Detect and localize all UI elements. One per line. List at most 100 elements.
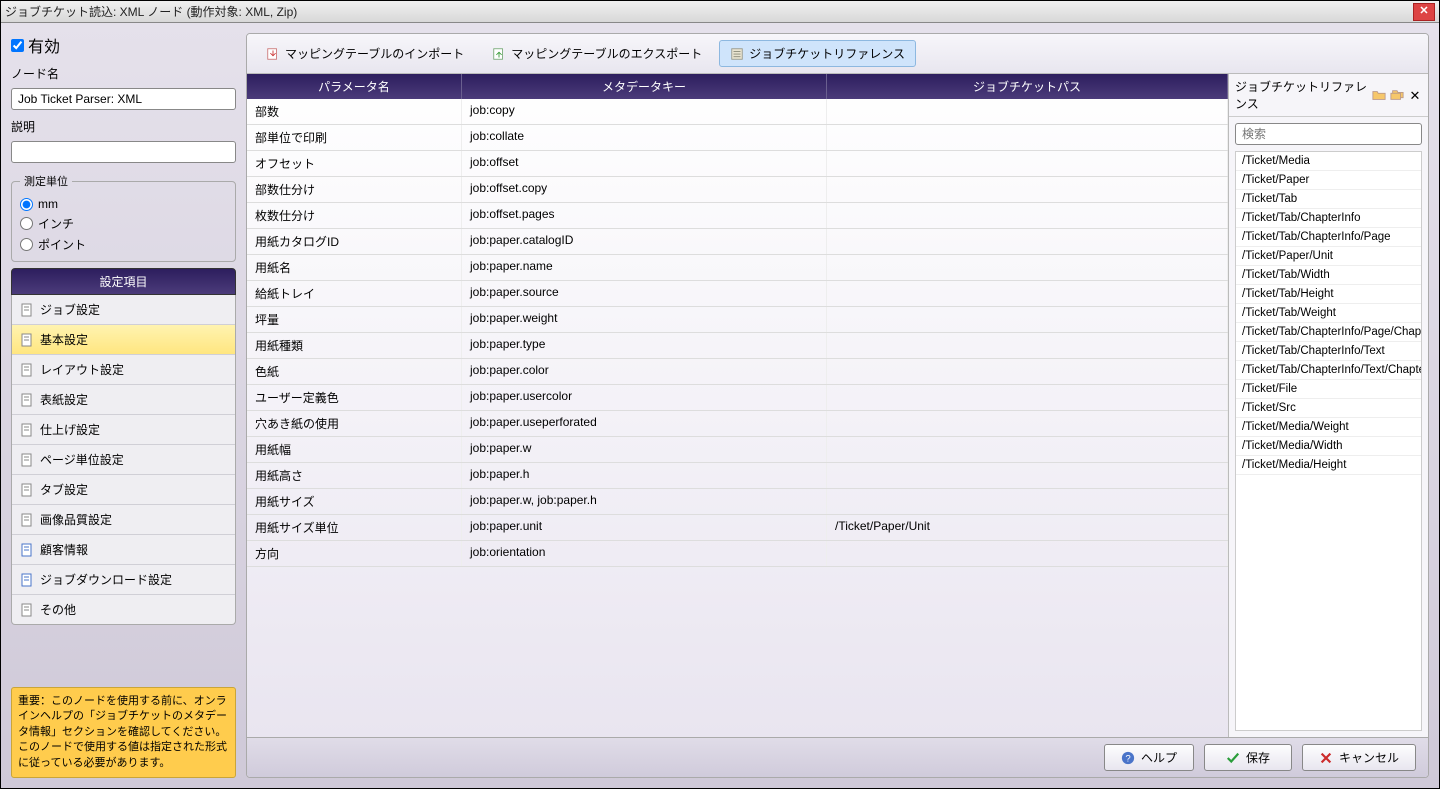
reference-item[interactable]: /Ticket/Tab/Width xyxy=(1236,266,1421,285)
table-row[interactable]: 穴あき紙の使用job:paper.useperforated xyxy=(247,411,1228,437)
cell-path xyxy=(827,437,1228,462)
reference-item[interactable]: /Ticket/Tab xyxy=(1236,190,1421,209)
cancel-button[interactable]: キャンセル xyxy=(1302,744,1416,771)
sidebar-item-3[interactable]: 表紙設定 xyxy=(12,385,235,415)
reference-item[interactable]: /Ticket/Media xyxy=(1236,152,1421,171)
sidebar-item-10[interactable]: その他 xyxy=(12,595,235,624)
cell-path xyxy=(827,359,1228,384)
table-row[interactable]: 用紙カタログIDjob:paper.catalogID xyxy=(247,229,1228,255)
reference-item[interactable]: /Ticket/Tab/ChapterInfo/Text/Chapter xyxy=(1236,361,1421,380)
reference-header: ジョブチケットリファレンス ✕ xyxy=(1229,74,1428,117)
table-row[interactable]: ユーザー定義色job:paper.usercolor xyxy=(247,385,1228,411)
cell-param: 色紙 xyxy=(247,359,462,384)
table-row[interactable]: 用紙名job:paper.name xyxy=(247,255,1228,281)
page-icon xyxy=(20,423,34,437)
table-row[interactable]: 坪量job:paper.weight xyxy=(247,307,1228,333)
folder-copy-icon[interactable] xyxy=(1390,88,1404,102)
cell-key: job:offset xyxy=(462,151,827,176)
reference-item[interactable]: /Ticket/File xyxy=(1236,380,1421,399)
cell-key: job:offset.pages xyxy=(462,203,827,228)
help-icon: ? xyxy=(1121,751,1135,765)
cell-key: job:paper.catalogID xyxy=(462,229,827,254)
sidebar-item-6[interactable]: タブ設定 xyxy=(12,475,235,505)
sidebar-item-1[interactable]: 基本設定 xyxy=(12,325,235,355)
table-row[interactable]: 枚数仕分けjob:offset.pages xyxy=(247,203,1228,229)
close-panel-icon[interactable]: ✕ xyxy=(1408,88,1422,102)
reference-item[interactable]: /Ticket/Tab/ChapterInfo/Text xyxy=(1236,342,1421,361)
settings-header: 設定項目 xyxy=(11,268,236,295)
cell-key: job:paper.source xyxy=(462,281,827,306)
unit-inch-radio[interactable] xyxy=(20,217,33,230)
cell-path xyxy=(827,411,1228,436)
cell-param: オフセット xyxy=(247,151,462,176)
enabled-label: 有効 xyxy=(28,33,60,57)
cancel-label: キャンセル xyxy=(1339,749,1399,766)
reference-item[interactable]: /Ticket/Media/Height xyxy=(1236,456,1421,475)
unit-mm-radio[interactable] xyxy=(20,198,33,211)
reference-search-input[interactable] xyxy=(1235,123,1422,145)
cell-param: ユーザー定義色 xyxy=(247,385,462,410)
table-row[interactable]: 用紙高さjob:paper.h xyxy=(247,463,1228,489)
page-icon xyxy=(20,603,34,617)
cell-param: 用紙カタログID xyxy=(247,229,462,254)
import-mapping-button[interactable]: マッピングテーブルのインポート xyxy=(255,40,475,67)
save-button[interactable]: 保存 xyxy=(1204,744,1292,771)
table-row[interactable]: 部数仕分けjob:offset.copy xyxy=(247,177,1228,203)
reference-item[interactable]: /Ticket/Tab/ChapterInfo/Page xyxy=(1236,228,1421,247)
reference-item[interactable]: /Ticket/Media/Width xyxy=(1236,437,1421,456)
export-mapping-button[interactable]: マッピングテーブルのエクスポート xyxy=(481,40,713,67)
unit-inch-label: インチ xyxy=(38,215,74,232)
toolbar: マッピングテーブルのインポート マッピングテーブルのエクスポート ジョブチケット… xyxy=(247,34,1428,74)
table-row[interactable]: 用紙種類job:paper.type xyxy=(247,333,1228,359)
enabled-checkbox[interactable] xyxy=(11,39,24,52)
reference-list[interactable]: /Ticket/Media/Ticket/Paper/Ticket/Tab/Ti… xyxy=(1235,151,1422,731)
cell-path xyxy=(827,203,1228,228)
sidebar-item-7[interactable]: 画像品質設定 xyxy=(12,505,235,535)
reference-item[interactable]: /Ticket/Media/Weight xyxy=(1236,418,1421,437)
reference-item[interactable]: /Ticket/Paper xyxy=(1236,171,1421,190)
description-input[interactable] xyxy=(11,141,236,163)
table-row[interactable]: 給紙トレイjob:paper.source xyxy=(247,281,1228,307)
table-row[interactable]: 用紙サイズ単位job:paper.unit/Ticket/Paper/Unit xyxy=(247,515,1228,541)
cell-param: 用紙高さ xyxy=(247,463,462,488)
save-label: 保存 xyxy=(1246,749,1270,766)
sidebar-item-9[interactable]: ジョブダウンロード設定 xyxy=(12,565,235,595)
cell-path xyxy=(827,151,1228,176)
cell-path xyxy=(827,255,1228,280)
table-row[interactable]: オフセットjob:offset xyxy=(247,151,1228,177)
sidebar-item-8[interactable]: 顧客情報 xyxy=(12,535,235,565)
page-icon xyxy=(20,513,34,527)
cell-path xyxy=(827,333,1228,358)
sidebar-item-5[interactable]: ページ単位設定 xyxy=(12,445,235,475)
sidebar-item-label: ジョブダウンロード設定 xyxy=(40,571,172,588)
page-icon xyxy=(20,363,34,377)
table-row[interactable]: 色紙job:paper.color xyxy=(247,359,1228,385)
cell-path xyxy=(827,177,1228,202)
table-row[interactable]: 部数job:copy xyxy=(247,99,1228,125)
table-row[interactable]: 用紙幅job:paper.w xyxy=(247,437,1228,463)
table-body: 部数job:copy部単位で印刷job:collateオフセットjob:offs… xyxy=(247,99,1228,567)
reference-item[interactable]: /Ticket/Paper/Unit xyxy=(1236,247,1421,266)
reference-item[interactable]: /Ticket/Tab/Height xyxy=(1236,285,1421,304)
reference-item[interactable]: /Ticket/Tab/ChapterInfo xyxy=(1236,209,1421,228)
nodename-input[interactable] xyxy=(11,88,236,110)
cell-key: job:paper.useperforated xyxy=(462,411,827,436)
close-button[interactable]: ✕ xyxy=(1413,3,1435,21)
reference-item[interactable]: /Ticket/Tab/ChapterInfo/Page/Chapter xyxy=(1236,323,1421,342)
unit-point-radio[interactable] xyxy=(20,238,33,251)
table-row[interactable]: 用紙サイズjob:paper.w, job:paper.h xyxy=(247,489,1228,515)
reference-toggle-button[interactable]: ジョブチケットリファレンス xyxy=(719,40,916,67)
table-row[interactable]: 部単位で印刷job:collate xyxy=(247,125,1228,151)
sidebar-item-0[interactable]: ジョブ設定 xyxy=(12,295,235,325)
sidebar-item-2[interactable]: レイアウト設定 xyxy=(12,355,235,385)
sidebar-item-4[interactable]: 仕上げ設定 xyxy=(12,415,235,445)
cell-param: 坪量 xyxy=(247,307,462,332)
folder-open-icon[interactable] xyxy=(1372,88,1386,102)
reference-item[interactable]: /Ticket/Src xyxy=(1236,399,1421,418)
sidebar-item-label: ジョブ設定 xyxy=(40,301,100,318)
table-row[interactable]: 方向job:orientation xyxy=(247,541,1228,567)
help-button[interactable]: ? ヘルプ xyxy=(1104,744,1194,771)
reference-item[interactable]: /Ticket/Tab/Weight xyxy=(1236,304,1421,323)
cell-param: 部単位で印刷 xyxy=(247,125,462,150)
sidebar-item-label: 基本設定 xyxy=(40,331,88,348)
